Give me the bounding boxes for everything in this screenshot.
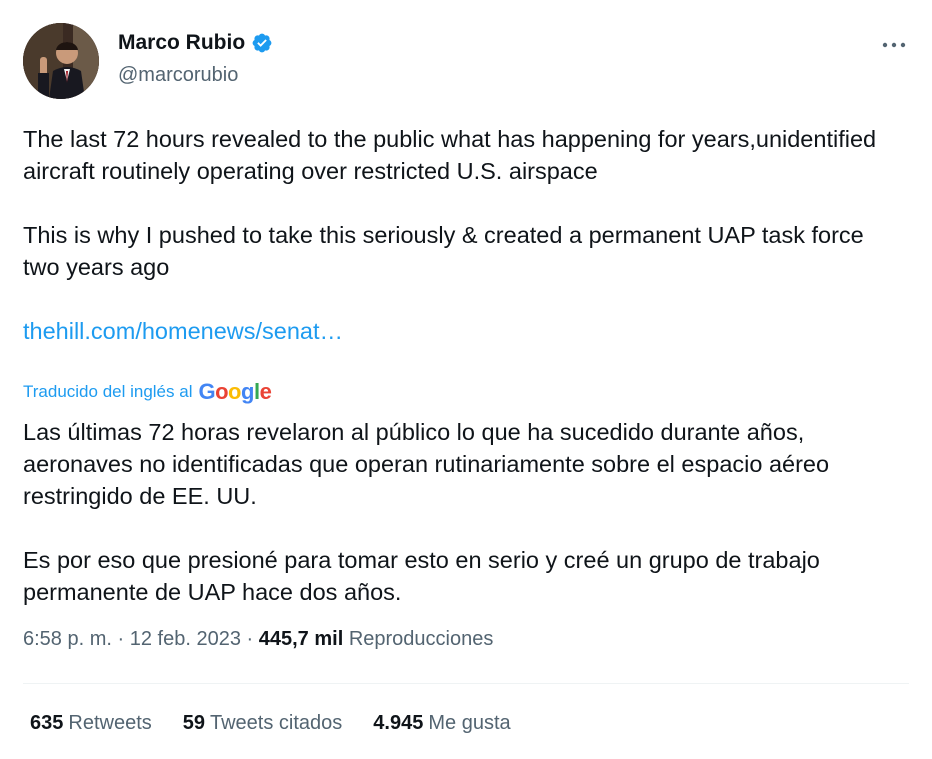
translation-paragraph: Es por eso que presioné para tomar esto … (23, 547, 820, 605)
divider (23, 683, 909, 684)
author-handle[interactable]: @marcorubio (118, 64, 238, 87)
verified-badge-icon[interactable] (251, 32, 273, 54)
tweet-link[interactable]: thehill.com/homenews/senat… (23, 318, 343, 344)
views-count: 445,7 mil (258, 628, 344, 650)
views-label: Reproducciones (348, 628, 494, 650)
tweet-paragraph: The last 72 hours revealed to the public… (23, 126, 877, 184)
retweets-count: 635 (30, 712, 64, 734)
google-logo-icon: Google (198, 379, 272, 404)
translation-body: Las últimas 72 horas revelaron al públic… (23, 416, 903, 608)
meta-separator: · (117, 628, 125, 650)
tweet-body: The last 72 hours revealed to the public… (23, 123, 903, 347)
meta-separator: · (246, 628, 254, 650)
tweet-time[interactable]: 6:58 p. m. (23, 628, 112, 650)
translated-by-text: Traducido del inglés al (23, 382, 193, 401)
tweet-date[interactable]: 12 feb. 2023 (130, 628, 241, 650)
likes-stat[interactable]: 4.945 Me gusta (373, 712, 510, 735)
retweets-stat[interactable]: 635 Retweets (30, 712, 152, 735)
likes-label: Me gusta (428, 712, 511, 734)
quote-tweets-count: 59 (182, 712, 205, 734)
author-name-row: Marco Rubio (118, 31, 273, 55)
retweets-label: Retweets (68, 712, 152, 734)
quote-tweets-stat[interactable]: 59 Tweets citados (183, 712, 343, 735)
quote-tweets-label: Tweets citados (210, 712, 343, 734)
tweet-header: Marco Rubio @marcorubio (23, 23, 909, 101)
translation-paragraph: Las últimas 72 horas revelaron al públic… (23, 419, 830, 509)
display-name[interactable]: Marco Rubio (118, 31, 245, 55)
engagement-stats: 635 Retweets 59 Tweets citados 4.945 Me gus… (30, 712, 511, 735)
tweet-paragraph: This is why I pushed to take this seriou… (23, 222, 864, 280)
avatar[interactable] (23, 23, 99, 99)
likes-count: 4.945 (373, 712, 424, 734)
avatar-image (23, 23, 99, 99)
tweet-meta: 6:58 p. m. · 12 feb. 2023 · 445,7 mil Re… (23, 628, 493, 651)
translated-by-label[interactable]: Traducido del inglés al Google (23, 379, 272, 405)
more-options-icon[interactable] (879, 33, 909, 57)
